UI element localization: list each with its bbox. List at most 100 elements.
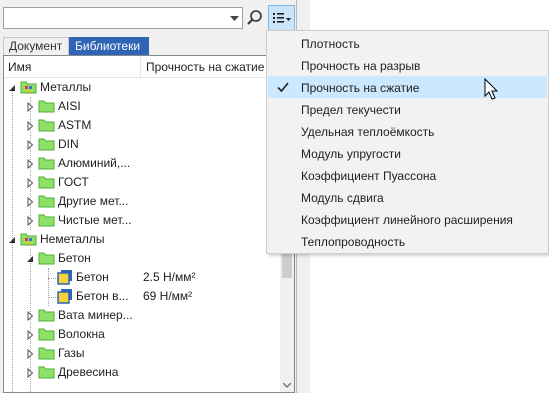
search-icon	[247, 10, 262, 25]
menu-item[interactable]: Модуль упругости	[268, 142, 547, 164]
collapsed-arrow-icon[interactable]	[25, 215, 35, 227]
collapsed-arrow-icon[interactable]	[25, 348, 35, 360]
folder-icon	[38, 117, 56, 133]
tree-row[interactable]: Газы	[4, 344, 280, 363]
folder-icon	[38, 364, 56, 380]
folder-icon	[38, 250, 56, 266]
tab-document[interactable]: Документ	[3, 37, 69, 55]
expanded-arrow-icon[interactable]	[7, 82, 17, 92]
tree-row[interactable]: ASTM	[4, 116, 280, 135]
tree-row[interactable]: Древесина	[4, 363, 280, 382]
library-group-icon	[20, 79, 38, 95]
folder-icon	[38, 155, 56, 171]
menu-item[interactable]: Теплопроводность	[268, 230, 547, 252]
columns-button[interactable]	[268, 5, 295, 31]
menu-item-label: Коэффициент Пуассона	[301, 169, 437, 183]
tree-row-label: Газы	[58, 346, 85, 360]
collapsed-arrow-icon[interactable]	[25, 158, 35, 170]
tree-row-label: Алюминий,...	[58, 156, 131, 170]
chevron-down-icon[interactable]	[226, 8, 242, 28]
library-panel: Документ Библиотеки Имя Прочность на сжа…	[0, 0, 296, 393]
menu-item[interactable]: Предел текучести	[268, 98, 547, 120]
tree-row-value: 69 Н/мм²	[143, 289, 193, 303]
tree-row-label: Другие мет...	[58, 194, 129, 208]
collapsed-arrow-icon[interactable]	[25, 367, 35, 379]
search-combobox[interactable]	[3, 7, 243, 29]
tree-row[interactable]: ГОСТ	[4, 173, 280, 192]
search-input[interactable]	[4, 8, 226, 28]
material-icon	[56, 288, 74, 304]
tree-row-label: Волокна	[58, 327, 105, 341]
folder-icon	[38, 345, 56, 361]
folder-icon	[38, 136, 56, 152]
expanded-arrow-icon[interactable]	[7, 234, 17, 244]
menu-item[interactable]: Прочность на сжатие	[268, 76, 547, 98]
menu-item-label: Теплопроводность	[301, 235, 406, 249]
material-icon	[56, 269, 74, 285]
mouse-pointer-icon	[484, 78, 499, 100]
tree-row-label: Бетон	[76, 270, 109, 284]
tree-row-value: 2.5 Н/мм²	[143, 270, 196, 284]
tree-row[interactable]: AISI	[4, 97, 280, 116]
collapsed-arrow-icon[interactable]	[25, 177, 35, 189]
tree-row[interactable]: Чистые мет...	[4, 211, 280, 230]
column-header-name[interactable]: Имя	[4, 56, 141, 78]
tree-row[interactable]: Бетон 2.5 Н/мм²	[4, 268, 280, 287]
library-group-icon	[20, 231, 38, 247]
menu-item[interactable]: Коэффициент Пуассона	[268, 164, 547, 186]
tree-row-label: Древесина	[58, 365, 119, 379]
tree-row[interactable]: DIN	[4, 135, 280, 154]
folder-icon	[38, 212, 56, 228]
tree-row-label: ГОСТ	[58, 175, 89, 189]
menu-item[interactable]: Удельная теплоёмкость	[268, 120, 547, 142]
menu-item[interactable]: Модуль сдвига	[268, 186, 547, 208]
column-header-strength[interactable]: Прочность на сжатие	[142, 56, 282, 78]
search-button[interactable]	[245, 8, 265, 28]
column-header: Имя Прочность на сжатие	[4, 56, 294, 78]
menu-item-label: Удельная теплоёмкость	[301, 125, 435, 139]
checkmark-icon	[275, 79, 291, 95]
menu-item-label: Прочность на сжатие	[301, 81, 420, 95]
menu-item-label: Модуль сдвига	[301, 191, 384, 205]
tree-row[interactable]: Бетон в... 69 Н/мм²	[4, 287, 280, 306]
collapsed-arrow-icon[interactable]	[25, 310, 35, 322]
tree-row-label: Неметаллы	[40, 232, 105, 246]
tree-row[interactable]: Бетон	[4, 249, 280, 268]
scroll-down-arrow[interactable]	[280, 378, 294, 392]
collapsed-arrow-icon[interactable]	[25, 120, 35, 132]
expanded-arrow-icon[interactable]	[25, 253, 35, 263]
menu-item[interactable]: Плотность	[268, 32, 547, 54]
tree-row-label: Бетон в...	[76, 289, 129, 303]
tree-row[interactable]: Металлы	[4, 78, 280, 97]
menu-item-label: Модуль упругости	[301, 147, 401, 161]
tree-row[interactable]: Другие мет...	[4, 192, 280, 211]
tree-row[interactable]: Вата минер...	[4, 306, 280, 325]
collapsed-arrow-icon[interactable]	[25, 329, 35, 341]
tree-row[interactable]: Алюминий,...	[4, 154, 280, 173]
tab-libraries[interactable]: Библиотеки	[69, 37, 149, 55]
tree-row-label: Бетон	[58, 251, 91, 265]
tree-row[interactable]: Неметаллы	[4, 230, 280, 249]
collapsed-arrow-icon[interactable]	[25, 101, 35, 113]
menu-item-label: Предел текучести	[301, 103, 401, 117]
folder-icon	[38, 326, 56, 342]
collapsed-arrow-icon[interactable]	[25, 196, 35, 208]
list-columns-icon	[273, 13, 291, 23]
tree-row-label: Вата минер...	[58, 308, 133, 322]
menu-item-label: Плотность	[301, 37, 360, 51]
folder-icon	[38, 98, 56, 114]
tree-row-label: DIN	[58, 137, 79, 151]
tree-row[interactable]: Волокна	[4, 325, 280, 344]
menu-item[interactable]: Коэффициент линейного расширения	[268, 208, 547, 230]
tree-row-label: Металлы	[40, 80, 92, 94]
tree-row-label: Чистые мет...	[58, 213, 132, 227]
menu-item[interactable]: Прочность на разрыв	[268, 54, 547, 76]
folder-icon	[38, 307, 56, 323]
menu-item-label: Прочность на разрыв	[301, 59, 421, 73]
tree-row-label: AISI	[58, 99, 81, 113]
tree: Металлы AISI ASTM DIN Алюминий,... ГОСТ Другие…	[4, 78, 280, 392]
collapsed-arrow-icon[interactable]	[25, 139, 35, 151]
folder-icon	[38, 174, 56, 190]
folder-icon	[38, 193, 56, 209]
menu-item-label: Коэффициент линейного расширения	[301, 213, 513, 227]
